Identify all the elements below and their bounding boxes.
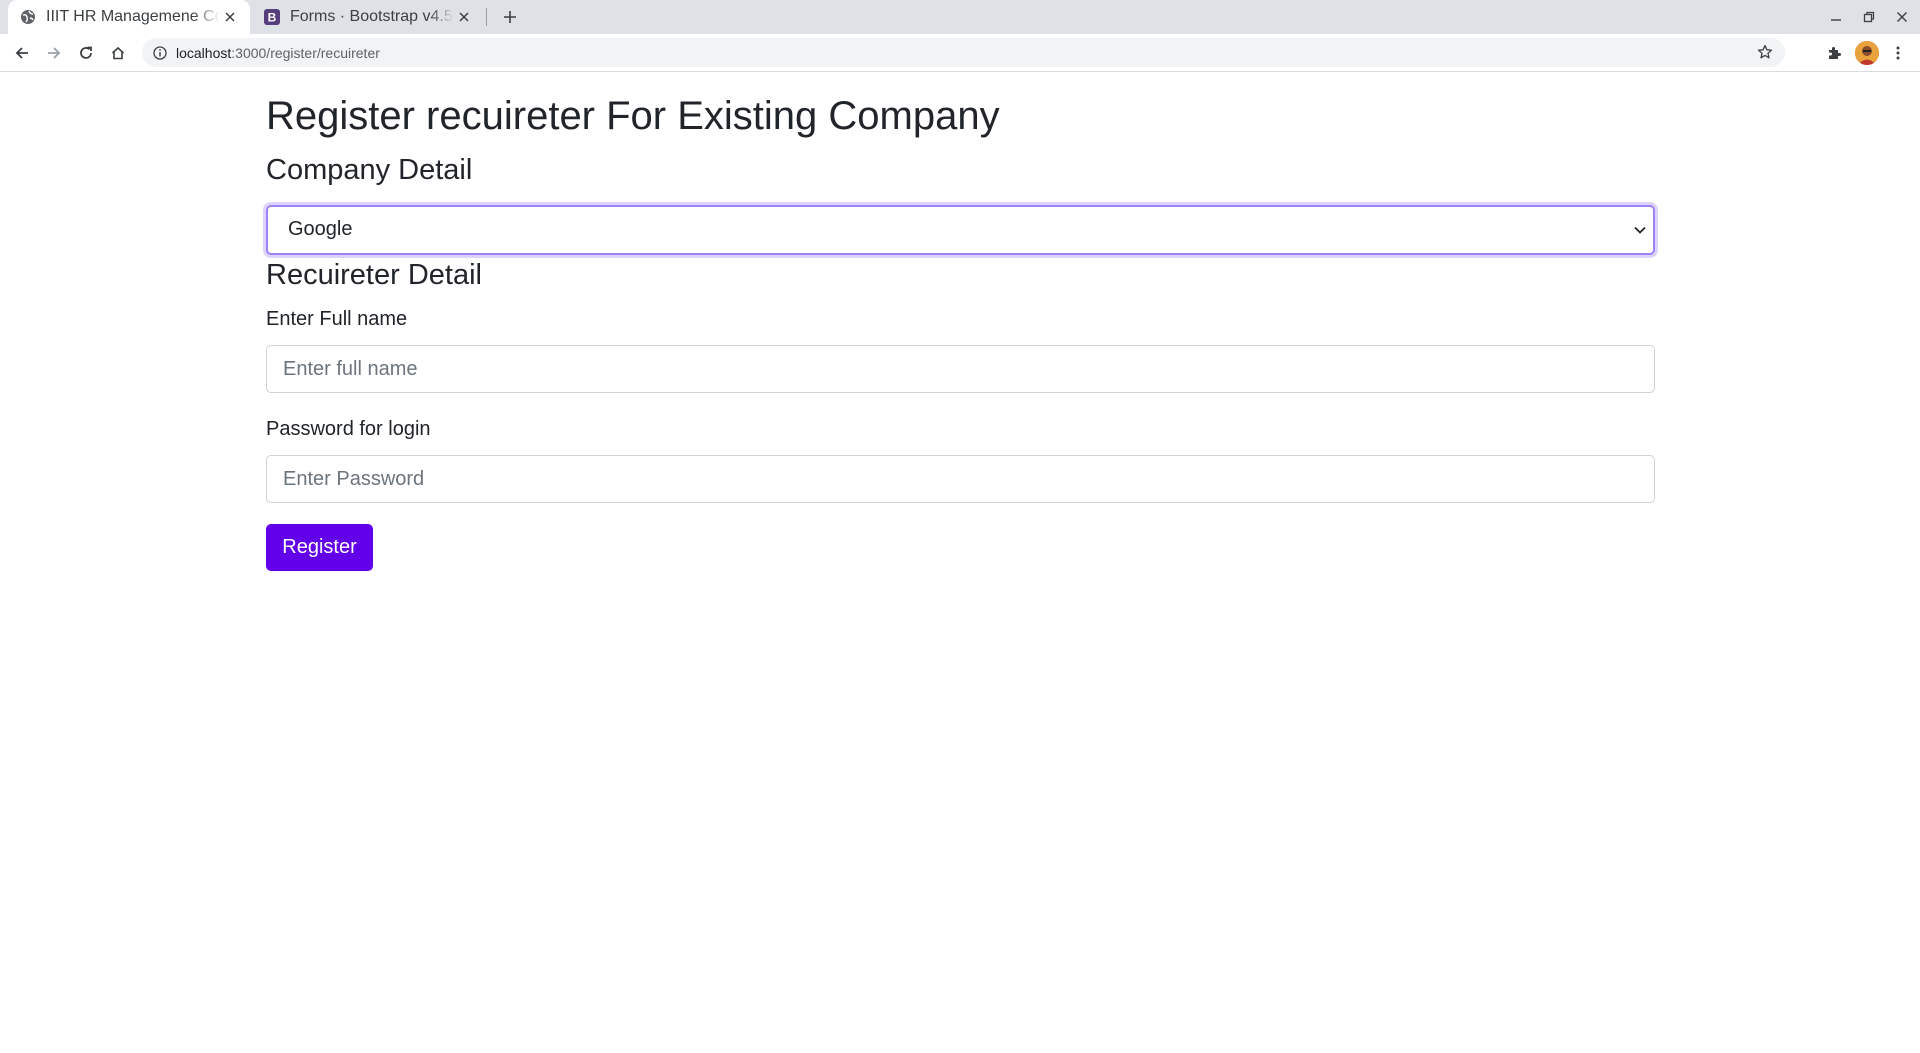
recruiter-section-title: Recuireter Detail	[266, 259, 482, 291]
bookmark-star-icon[interactable]	[1755, 42, 1775, 62]
full-name-placeholder: Enter full name	[283, 358, 418, 380]
url-host: localhost	[176, 44, 232, 61]
home-icon[interactable]	[106, 41, 130, 65]
svg-text:B: B	[268, 11, 277, 25]
avatar[interactable]	[1855, 41, 1879, 65]
password-label: Password for login	[266, 418, 431, 440]
extensions-icon[interactable]	[1822, 41, 1846, 65]
url-text: localhost:3000/register/recuireter	[176, 45, 380, 61]
new-tab-icon[interactable]	[498, 5, 522, 29]
register-form: Register recuireter For Existing Company…	[266, 72, 1655, 571]
tab-title: IIIT HR Managemene Co	[46, 8, 220, 25]
close-icon[interactable]	[454, 7, 474, 27]
minimize-icon[interactable]	[1824, 5, 1848, 29]
tab-iiit-hr[interactable]: IIIT HR Managemene Co	[8, 0, 250, 34]
tab-title: Forms · Bootstrap v4.5	[290, 8, 453, 25]
company-section-title: Company Detail	[266, 154, 473, 186]
browser-toolbar: localhost:3000/register/recuireter	[0, 34, 1920, 72]
globe-icon	[20, 9, 36, 25]
full-name-label: Enter Full name	[266, 308, 408, 330]
page-title: Register recuireter For Existing Company	[266, 94, 1000, 138]
restore-icon[interactable]	[1857, 5, 1881, 29]
address-bar[interactable]: localhost:3000/register/recuireter	[142, 38, 1785, 67]
password-placeholder: Enter Password	[283, 468, 425, 490]
close-window-icon[interactable]	[1890, 5, 1914, 29]
reload-icon[interactable]	[74, 41, 98, 65]
menu-kebab-icon[interactable]	[1886, 41, 1910, 65]
back-icon[interactable]	[10, 41, 34, 65]
bootstrap-icon: B	[264, 9, 280, 25]
tab-bootstrap-forms[interactable]: B Forms · Bootstrap v4.5	[252, 0, 484, 34]
url-path: :3000/register/recuireter	[231, 44, 380, 61]
company-select-value: Google	[288, 218, 353, 240]
chevron-down-icon	[1634, 226, 1646, 234]
company-select[interactable]: Google	[266, 205, 1655, 255]
register-button[interactable]: Register	[266, 524, 373, 571]
full-name-input[interactable]: Enter full name	[266, 345, 1655, 393]
forward-icon[interactable]	[42, 41, 66, 65]
info-icon[interactable]	[151, 44, 169, 62]
password-input[interactable]: Enter Password	[266, 455, 1655, 503]
tab-separator	[486, 8, 487, 26]
close-icon[interactable]	[220, 7, 240, 27]
tab-strip: IIIT HR Managemene Co B Forms · Bootstra…	[0, 0, 1920, 34]
